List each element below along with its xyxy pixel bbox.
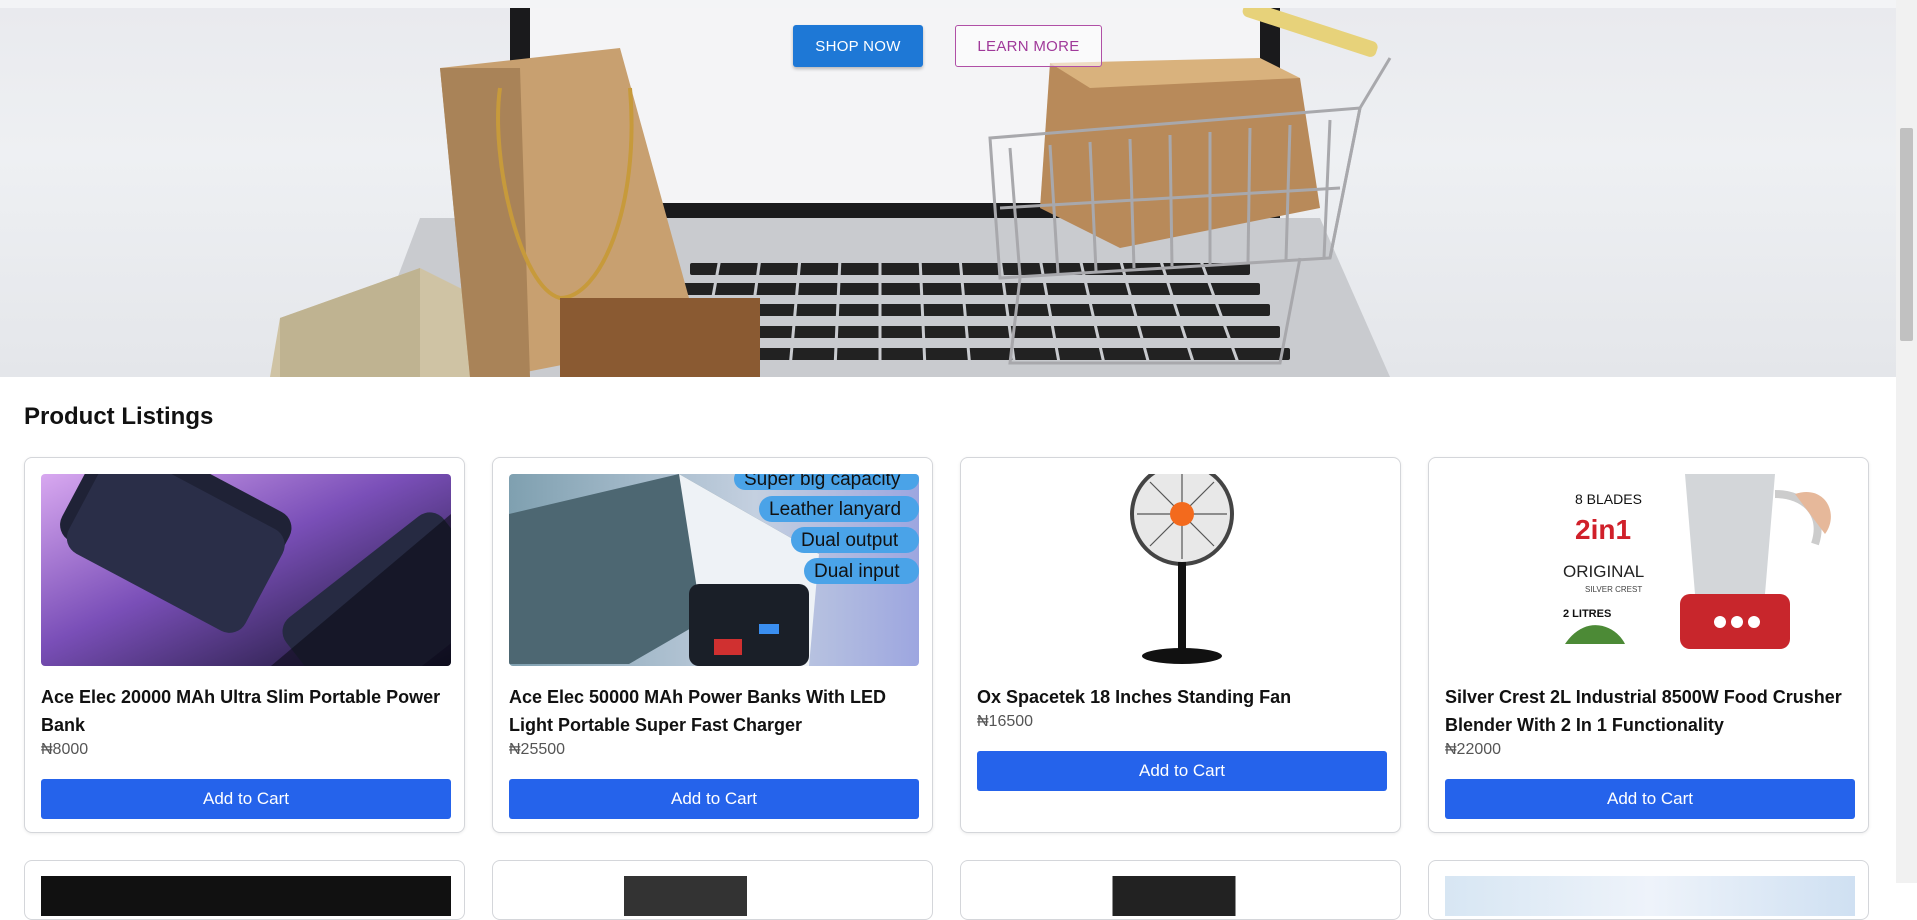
image-label: Leather lanyard (769, 499, 901, 520)
product-name[interactable]: Ox Spacetek 18 Inches Standing Fan (977, 683, 1387, 711)
add-to-cart-button[interactable]: Add to Cart (41, 779, 451, 819)
product-price: ₦25500 (509, 741, 566, 758)
image-label: Dual output (801, 530, 899, 551)
product-name[interactable]: Ace Elec 20000 MAh Ultra Slim Portable P… (41, 683, 451, 739)
product-card (492, 860, 933, 920)
learn-more-button[interactable]: LEARN MORE (955, 25, 1102, 67)
page-scrollbar[interactable] (1896, 0, 1917, 883)
hero-banner: SHOP NOW LEARN MORE (0, 8, 1896, 377)
image-label: Dual input (814, 561, 900, 582)
product-image[interactable] (41, 876, 451, 916)
image-label: SILVER CREST (1585, 585, 1642, 594)
product-card: Ace Elec 20000 MAh Ultra Slim Portable P… (24, 457, 465, 833)
product-name[interactable]: Ace Elec 50000 MAh Power Banks With LED … (509, 683, 919, 739)
product-image[interactable] (977, 876, 1387, 916)
product-name[interactable]: Silver Crest 2L Industrial 8500W Food Cr… (1445, 683, 1855, 739)
scrollbar-thumb[interactable] (1900, 128, 1913, 341)
product-price: ₦16500 (977, 713, 1034, 730)
product-image[interactable] (1445, 876, 1855, 916)
hero-image (270, 8, 1392, 377)
add-to-cart-button[interactable]: Add to Cart (1445, 779, 1855, 819)
product-price: ₦22000 (1445, 741, 1502, 758)
product-card: Ox Spacetek 18 Inches Standing Fan ₦1650… (960, 457, 1401, 833)
shop-now-button[interactable]: SHOP NOW (793, 25, 923, 67)
product-card (24, 860, 465, 920)
image-label: 2in1 (1575, 514, 1631, 545)
product-card: Super big capacity Leather lanyard Dual … (492, 457, 933, 833)
product-price: ₦8000 (41, 741, 89, 758)
image-label: 2 LITRES (1563, 608, 1611, 620)
product-image[interactable] (509, 876, 919, 916)
product-image[interactable]: 8 BLADES 2in1 ORIGINAL SILVER CREST 2 LI… (1445, 474, 1855, 666)
product-image[interactable]: Super big capacity Leather lanyard Dual … (509, 474, 919, 666)
image-label: ORIGINAL (1563, 562, 1644, 581)
section-title: Product Listings (24, 403, 214, 430)
product-image[interactable] (41, 474, 451, 666)
product-card (1428, 860, 1869, 920)
image-label: 8 BLADES (1575, 491, 1642, 507)
image-label: Super big capacity (744, 474, 901, 490)
add-to-cart-button[interactable]: Add to Cart (509, 779, 919, 819)
product-card (960, 860, 1401, 920)
product-image[interactable] (977, 474, 1387, 666)
product-card: 8 BLADES 2in1 ORIGINAL SILVER CREST 2 LI… (1428, 457, 1869, 833)
add-to-cart-button[interactable]: Add to Cart (977, 751, 1387, 791)
